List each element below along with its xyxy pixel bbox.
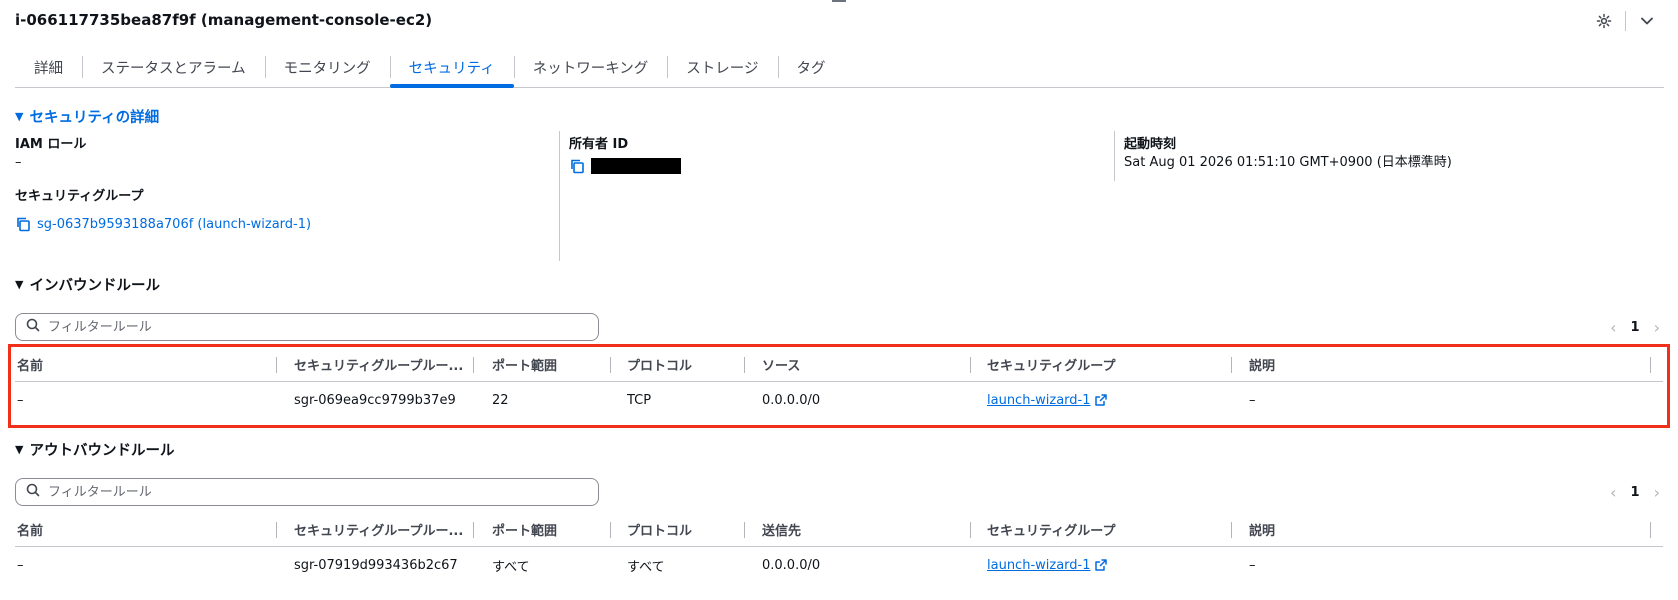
outbound-rules-toggle[interactable]: ▼ アウトバウンドルール [15,439,174,460]
header-divider [1625,11,1626,31]
iam-role-label: IAM ロール [15,137,87,152]
outbound-filter-input[interactable] [48,484,568,500]
tab-storage[interactable]: ストレージ [667,52,777,87]
external-link-icon[interactable] [1094,559,1107,571]
cell-security-group: launch-wizard-1 [987,547,1237,583]
inbound-pagination: ‹ 1 › [1610,318,1660,337]
top-edge-mark [832,0,846,2]
launch-time-block: 起動時刻 Sat Aug 01 2026 01:51:10 GMT+0900 (… [1124,136,1664,172]
security-group-link[interactable]: launch-wizard-1 [987,558,1091,573]
cell-protocol: すべて [627,559,665,575]
owner-id-block: 所有者 ID [569,136,1109,174]
table-header-row: 名前 セキュリティグループルー... ポート範囲 プロトコル 送信先 セキュリテ… [15,511,1663,547]
launch-time-label: 起動時刻 [1124,137,1177,152]
tab-details[interactable]: 詳細 [15,52,82,87]
outbound-page-number[interactable]: 1 [1631,485,1640,500]
caret-down-icon: ▼ [15,110,24,123]
chevron-right-icon[interactable]: › [1654,318,1660,337]
chevron-down-icon[interactable] [1636,10,1658,32]
instance-header: i-066117735bea87f9f (management-console-… [15,10,1658,32]
chevron-left-icon[interactable]: ‹ [1610,318,1616,337]
tab-monitoring[interactable]: モニタリング [264,52,390,87]
col-security-group[interactable]: セキュリティグループ [987,511,1237,547]
col-destination[interactable]: 送信先 [762,511,962,547]
col-name[interactable]: 名前 [17,511,267,547]
owner-id-redacted [591,158,681,174]
outbound-rules-heading: アウトバウンドルール [29,443,175,459]
inbound-page-number[interactable]: 1 [1631,320,1640,335]
cell-port: すべて [492,559,530,575]
header-actions [1593,10,1658,32]
settings-icon[interactable] [1593,10,1615,32]
chevron-left-icon[interactable]: ‹ [1610,483,1616,502]
inbound-filter[interactable] [15,313,599,341]
iam-role-value: – [15,155,22,170]
search-icon [26,318,40,336]
search-icon [26,483,40,501]
instance-tabs: 詳細 ステータスとアラーム モニタリング セキュリティ ネットワーキング ストレ… [15,52,1664,88]
details-divider-2 [1114,131,1115,181]
cell-destination: 0.0.0.0/0 [762,557,821,573]
security-group-row: sg-0637b9593188a706f (launch-wizard-1) [15,216,555,232]
security-details-heading: セキュリティの詳細 [29,110,160,126]
security-group-link[interactable]: sg-0637b9593188a706f (launch-wizard-1) [37,217,311,232]
copy-icon[interactable] [15,216,31,232]
owner-id-row [569,158,1109,174]
details-divider-1 [559,131,560,261]
col-description[interactable]: 説明 [1249,511,1629,547]
inbound-filter-input[interactable] [48,319,568,335]
col-rule-id[interactable]: セキュリティグループルー... [294,511,464,547]
outbound-rules-table: 名前 セキュリティグループルー... ポート範囲 プロトコル 送信先 セキュリテ… [15,511,1663,583]
inbound-rules-heading: インバウンドルール [29,278,160,294]
col-divider[interactable] [473,522,474,538]
copy-icon[interactable] [569,158,585,174]
caret-down-icon: ▼ [15,443,24,456]
launch-time-value: Sat Aug 01 2026 01:51:10 GMT+0900 (日本標準時… [1124,155,1452,170]
caret-down-icon: ▼ [15,278,24,291]
security-details-toggle[interactable]: ▼ セキュリティの詳細 [15,106,159,127]
col-divider[interactable] [970,522,971,538]
owner-id-label: 所有者 ID [569,137,629,152]
security-groups-label: セキュリティグループ [15,189,144,204]
col-divider[interactable] [1231,522,1232,538]
outbound-pagination: ‹ 1 › [1610,483,1660,502]
cell-description: – [1249,557,1256,573]
col-divider[interactable] [610,522,611,538]
inbound-rules-toggle[interactable]: ▼ インバウンドルール [15,274,160,295]
col-port-range[interactable]: ポート範囲 [492,511,602,547]
tab-security[interactable]: セキュリティ [389,52,514,88]
tab-networking[interactable]: ネットワーキング [513,52,668,87]
highlight-box [8,344,1670,428]
cell-name: – [17,557,24,573]
table-row[interactable]: – sgr-07919d993436b2c67 すべて すべて 0.0.0.0/… [15,547,1663,583]
outbound-filter[interactable] [15,478,599,506]
instance-title: i-066117735bea87f9f (management-console-… [15,11,433,29]
col-divider[interactable] [1650,522,1651,538]
tab-tags[interactable]: タグ [777,52,845,87]
col-divider[interactable] [276,522,277,538]
iam-role-block: IAM ロール – セキュリティグループ sg-0637b9593188a706… [15,136,555,232]
col-divider[interactable] [744,522,745,538]
col-protocol[interactable]: プロトコル [627,511,747,547]
cell-rule-id: sgr-07919d993436b2c67 [294,557,458,573]
tab-status-alarms[interactable]: ステータスとアラーム [82,52,265,87]
chevron-right-icon[interactable]: › [1654,483,1660,502]
